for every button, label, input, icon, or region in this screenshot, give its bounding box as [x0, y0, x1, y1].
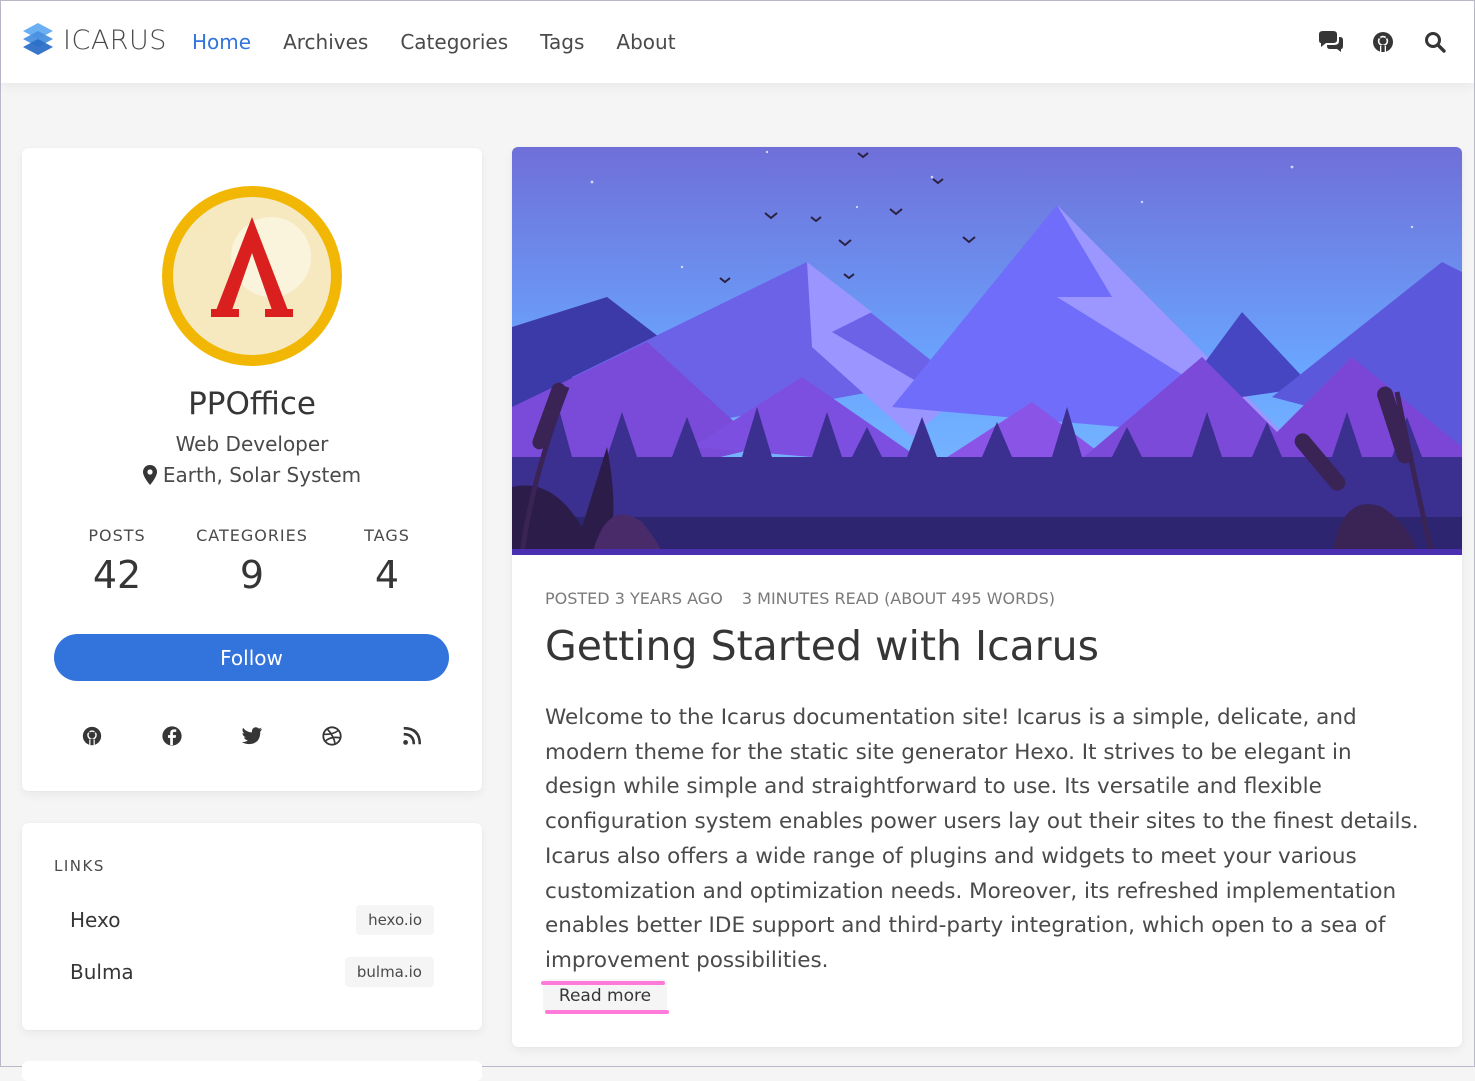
brand-name: ICARUS: [63, 24, 167, 56]
link-domain-tag: hexo.io: [356, 905, 434, 935]
dribbble-icon[interactable]: [314, 722, 350, 750]
link-name: Hexo: [70, 908, 121, 932]
author-name: PPOffice: [188, 386, 316, 422]
post-excerpt: Welcome to the Icarus documentation site…: [545, 705, 1419, 973]
follow-button[interactable]: Follow: [54, 634, 449, 681]
stat-value: 9: [239, 553, 265, 597]
author-location: Earth, Solar System: [22, 463, 482, 487]
avatar: [161, 185, 343, 367]
nav-tags[interactable]: Tags: [524, 30, 600, 54]
stat-categories[interactable]: CATEGORIES 9: [187, 526, 317, 597]
links-title: LINKS: [54, 857, 105, 875]
brand-logo[interactable]: ICARUS: [21, 19, 167, 61]
post-date: POSTED 3 YEARS AGO: [545, 589, 723, 608]
facebook-icon[interactable]: [154, 722, 190, 750]
post-reading-time: 3 MINUTES READ (ABOUT 495 WORDS): [741, 589, 1055, 608]
stat-label: POSTS: [88, 526, 146, 545]
profile-stats: POSTS 42 CATEGORIES 9 TAGS 4: [52, 526, 452, 597]
layers-logo-icon: [23, 23, 53, 55]
profile-card: PPOffice Web Developer Earth, Solar Syst…: [22, 148, 482, 791]
links-widget: LINKS Hexo hexo.io Bulma bulma.io: [22, 823, 482, 1030]
comments-icon[interactable]: [1316, 27, 1346, 57]
social-links: [74, 722, 430, 750]
nav-archives[interactable]: Archives: [267, 30, 384, 54]
navbar: ICARUS Home Archives Categories Tags Abo…: [1, 1, 1474, 83]
stat-value: 42: [92, 553, 142, 597]
location-text: Earth, Solar System: [162, 463, 362, 487]
rss-icon[interactable]: [394, 722, 430, 750]
stat-label: CATEGORIES: [196, 526, 308, 545]
next-widget-edge: [22, 1061, 482, 1081]
nav-home[interactable]: Home: [176, 30, 267, 54]
github-icon[interactable]: [1368, 27, 1398, 57]
search-icon[interactable]: [1420, 27, 1450, 57]
nav-about[interactable]: About: [600, 30, 691, 54]
link-item-hexo[interactable]: Hexo hexo.io: [70, 903, 434, 937]
highlight-mark-top: [541, 981, 665, 985]
post-cover-image[interactable]: [512, 147, 1462, 555]
link-name: Bulma: [70, 960, 134, 984]
main-nav: Home Archives Categories Tags About: [176, 1, 692, 83]
nav-icons: [1316, 27, 1450, 57]
highlight-mark-bottom: [545, 1010, 669, 1014]
stat-tags[interactable]: TAGS 4: [322, 526, 452, 597]
twitter-icon[interactable]: [234, 722, 270, 750]
stat-label: TAGS: [364, 526, 410, 545]
stat-value: 4: [374, 553, 400, 597]
post-title[interactable]: Getting Started with Icarus: [545, 622, 1099, 670]
nav-categories[interactable]: Categories: [384, 30, 524, 54]
post-meta: POSTED 3 YEARS AGO 3 MINUTES READ (ABOUT…: [545, 589, 1069, 608]
map-marker-icon: [142, 465, 157, 485]
post-card: POSTED 3 YEARS AGO 3 MINUTES READ (ABOUT…: [512, 147, 1462, 1047]
github-icon[interactable]: [74, 722, 110, 750]
stat-posts[interactable]: POSTS 42: [52, 526, 182, 597]
link-domain-tag: bulma.io: [344, 957, 434, 987]
link-item-bulma[interactable]: Bulma bulma.io: [70, 955, 434, 989]
author-title: Web Developer: [175, 432, 329, 456]
